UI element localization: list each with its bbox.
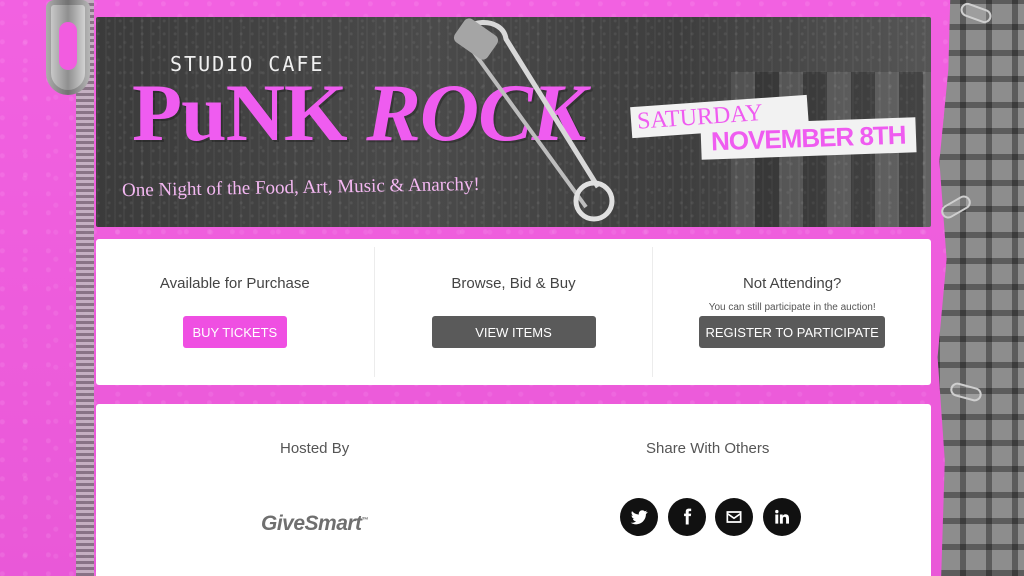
share-title: Share With Others	[646, 440, 770, 457]
buy-tickets-button[interactable]: BUY TICKETS	[182, 316, 287, 348]
register-to-participate-button[interactable]: REGISTER TO PARTICIPATE	[699, 316, 886, 348]
purchase-column: Available for Purchase BUY TICKETS	[96, 247, 375, 377]
facebook-icon[interactable]	[668, 498, 706, 536]
zipper-pull	[46, 0, 90, 95]
purchase-title: Available for Purchase	[159, 275, 310, 292]
browse-title: Browse, Bid & Buy	[451, 275, 576, 292]
register-subtitle: You can still participate in the auction…	[708, 302, 876, 313]
action-panel: Available for Purchase BUY TICKETS Brows…	[96, 239, 931, 385]
givesmart-logo[interactable]: GiveSmart™	[261, 512, 369, 536]
event-date-text: NOVEMBER 8TH	[700, 117, 917, 160]
plaid-fabric-decoration	[937, 0, 1024, 576]
view-items-button[interactable]: VIEW ITEMS	[431, 316, 596, 348]
email-icon[interactable]	[715, 498, 753, 536]
register-title: Not Attending?	[742, 275, 842, 292]
host-name: GiveSmart	[261, 512, 362, 535]
linkedin-icon[interactable]	[763, 498, 801, 536]
browse-column: Browse, Bid & Buy VIEW ITEMS	[375, 247, 654, 377]
footer-panel: Hosted By GiveSmart™ Share With Others	[96, 404, 931, 576]
event-banner: STUDIO CAFE PuNK ROCK One Night of the F…	[96, 17, 931, 227]
register-column: Not Attending? You can still participate…	[653, 247, 931, 377]
zipper-decoration	[18, 0, 94, 576]
event-date: SATURDAY NOVEMBER 8TH	[630, 87, 917, 167]
trademark-symbol: ™	[361, 517, 369, 524]
hosted-by-title: Hosted By	[280, 440, 350, 457]
twitter-icon[interactable]	[620, 498, 658, 536]
headline-word-punk: PuNK	[132, 67, 348, 158]
